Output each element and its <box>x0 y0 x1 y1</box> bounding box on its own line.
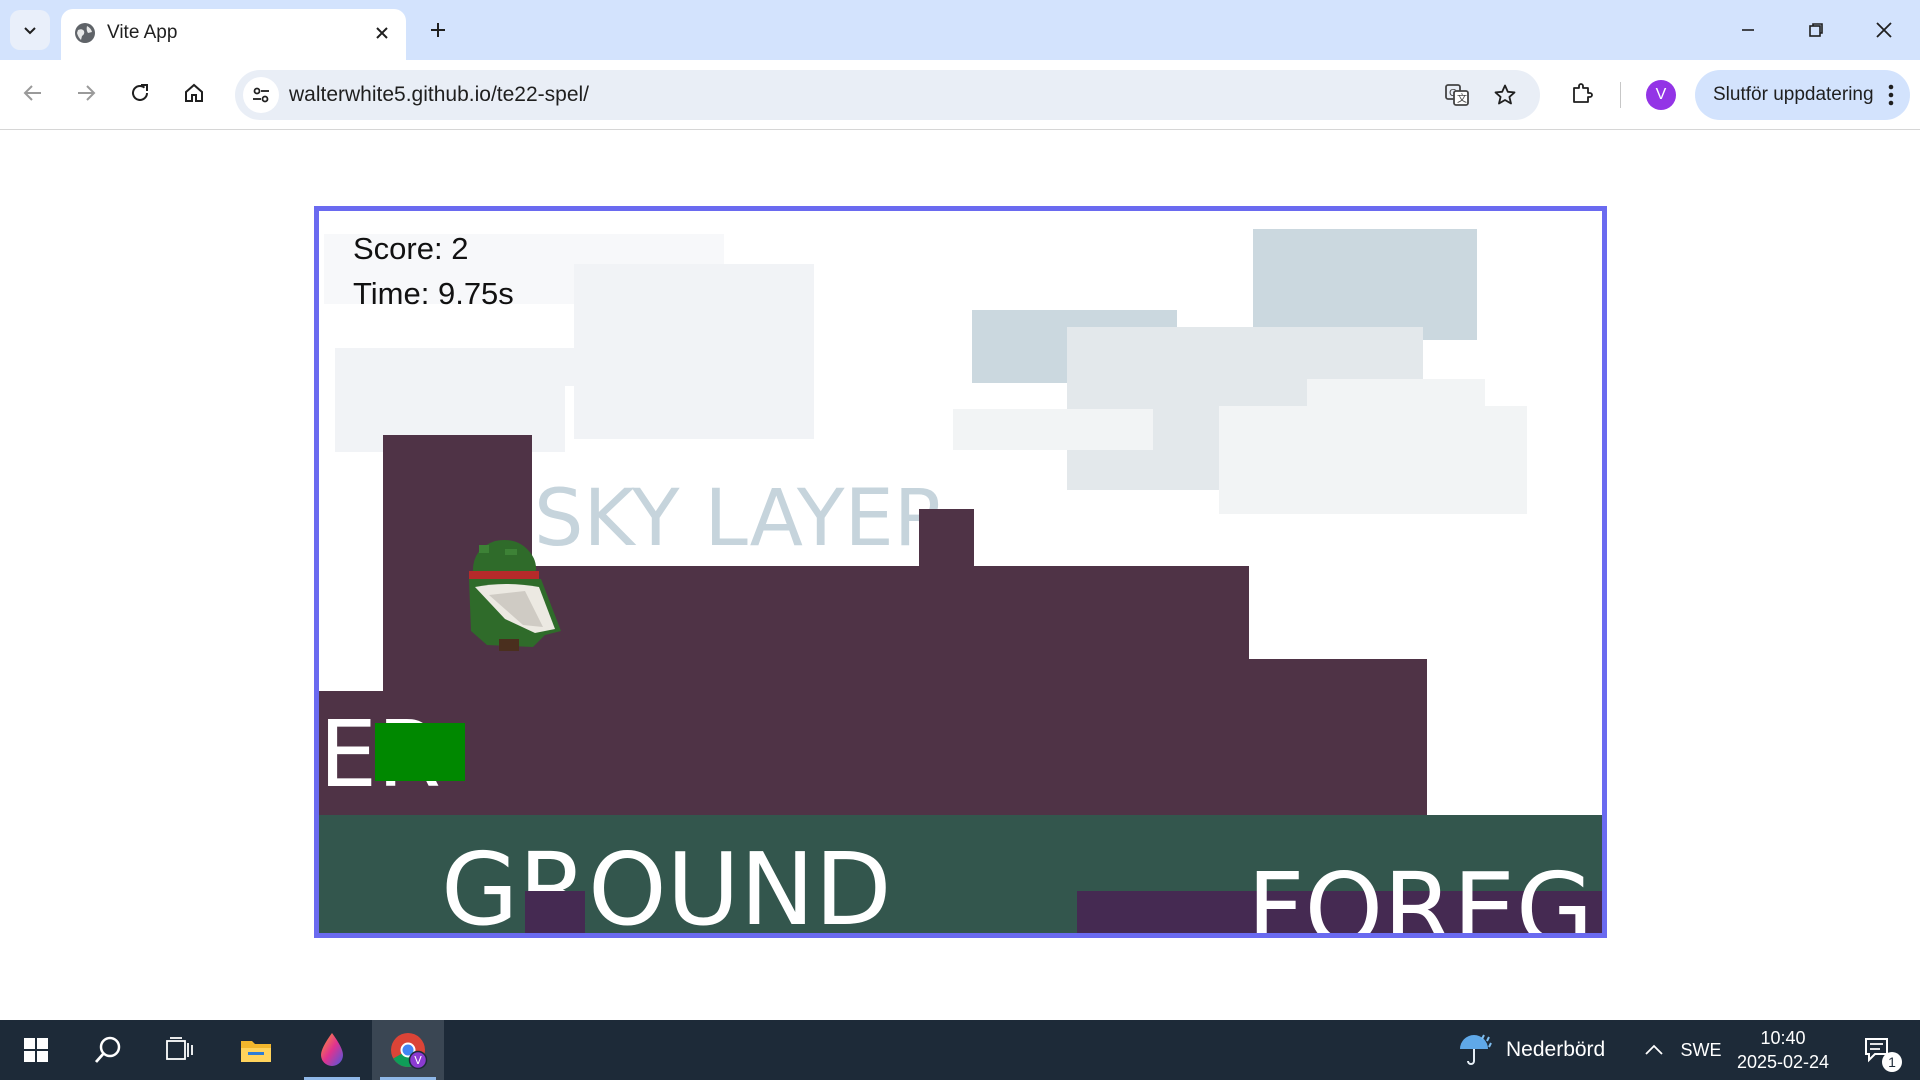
sky-layer-label: SKY LAYER <box>534 474 948 564</box>
svg-text:文: 文 <box>1457 92 1467 105</box>
chevron-down-icon <box>24 27 36 35</box>
show-hidden-icons-button[interactable] <box>1634 1020 1674 1080</box>
profile-avatar[interactable]: V <box>1646 80 1676 110</box>
minimize-icon <box>1742 29 1754 31</box>
chevron-up-icon <box>1645 1044 1663 1055</box>
finish-update-button[interactable]: Slutför uppdatering <box>1695 70 1910 120</box>
site-info-button[interactable] <box>243 77 279 113</box>
star-icon <box>1494 84 1516 105</box>
search-button[interactable] <box>72 1020 144 1080</box>
search-icon <box>94 1036 121 1063</box>
home-button[interactable] <box>174 73 214 113</box>
kebab-menu-icon <box>1888 84 1894 106</box>
cloud <box>335 348 735 386</box>
droplet-icon <box>321 1033 343 1066</box>
globe-icon <box>75 23 95 43</box>
task-view-button[interactable] <box>144 1020 216 1080</box>
time-display: Time: 9.75s <box>353 276 514 311</box>
plus-icon <box>431 23 445 37</box>
address-bar[interactable]: walterwhite5.github.io/te22-spel/ G 文 <box>235 70 1540 120</box>
clock-date: 2025-02-24 <box>1736 1052 1830 1072</box>
clock-time: 10:40 <box>1760 1028 1806 1048</box>
cloud <box>714 381 754 431</box>
terrain-block <box>1249 659 1427 815</box>
url-text[interactable]: walterwhite5.github.io/te22-spel/ <box>289 83 589 107</box>
foreground-block <box>525 891 585 933</box>
update-label: Slutför uppdatering <box>1713 84 1874 105</box>
translate-button[interactable]: G 文 <box>1441 79 1473 111</box>
reload-button[interactable] <box>120 73 160 113</box>
toolbar-divider <box>1620 82 1621 108</box>
file-explorer-button[interactable] <box>220 1020 292 1080</box>
minimize-button[interactable] <box>1728 10 1768 50</box>
score-display: Score: 2 <box>353 231 469 266</box>
bookmark-button[interactable] <box>1489 79 1521 111</box>
chrome-icon: V <box>391 1033 428 1070</box>
terrain-block <box>532 566 1249 815</box>
game-canvas[interactable]: SKY LAYER ER GROUND FOREGROUND Score: 2 … <box>314 206 1607 938</box>
close-icon <box>376 27 388 39</box>
arrow-right-icon <box>78 85 96 101</box>
home-icon <box>185 83 203 102</box>
language-indicator[interactable]: SWE <box>1676 1020 1726 1080</box>
restore-button[interactable] <box>1796 10 1836 50</box>
browser-toolbar: walterwhite5.github.io/te22-spel/ G 文 V … <box>0 60 1920 130</box>
close-icon <box>1876 22 1892 38</box>
restore-icon <box>1809 23 1823 37</box>
tune-icon <box>253 87 269 103</box>
arrow-left-icon <box>23 85 41 101</box>
clock[interactable]: 10:40 2025-02-24 <box>1728 1020 1838 1080</box>
cloud <box>1253 229 1477 340</box>
puzzle-icon <box>1573 83 1593 103</box>
windows-logo-icon <box>24 1038 48 1062</box>
chrome-button[interactable]: V <box>372 1020 444 1080</box>
tab-close-button[interactable] <box>370 21 394 45</box>
task-view-icon <box>166 1037 193 1060</box>
language-label: SWE <box>1680 1039 1722 1060</box>
new-tab-button[interactable] <box>422 14 454 46</box>
weather-label: Nederbörd <box>1506 1038 1606 1061</box>
back-button[interactable] <box>13 73 53 113</box>
cloud <box>953 409 1153 450</box>
translate-icon: G 文 <box>1445 84 1469 106</box>
tab-search-button[interactable] <box>10 10 50 50</box>
ground-layer-label: GROUND <box>441 831 892 938</box>
notification-count-badge: 1 <box>1882 1052 1902 1072</box>
taskbar: V Nederbörd SWE 10:40 2025-02-24 1 <box>0 1020 1920 1080</box>
close-window-button[interactable] <box>1864 10 1904 50</box>
reload-icon <box>132 84 148 101</box>
avatar-initial: V <box>1655 86 1667 103</box>
umbrella-rain-icon <box>1460 1034 1492 1065</box>
foreground-layer-label: FOREGROUND <box>1247 851 1602 938</box>
cloud <box>1219 406 1527 514</box>
extensions-button[interactable] <box>1562 73 1602 113</box>
player-character <box>469 540 561 651</box>
folder-icon <box>241 1041 271 1062</box>
tab-strip: Vite App <box>0 0 1920 60</box>
browser-tab[interactable]: Vite App <box>61 9 406 60</box>
tab-title: Vite App <box>107 22 178 43</box>
notifications-button[interactable]: 1 <box>1848 1020 1908 1080</box>
forward-button[interactable] <box>66 73 106 113</box>
svg-text:V: V <box>414 1054 422 1067</box>
green-block <box>375 723 465 781</box>
drop-app-button[interactable] <box>296 1020 368 1080</box>
start-button[interactable] <box>0 1020 72 1080</box>
